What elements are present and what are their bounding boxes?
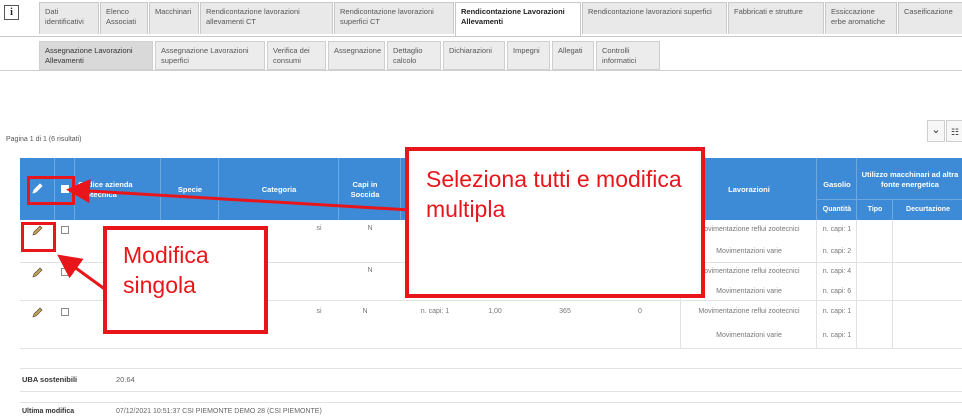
callout-single-edit: Modifica singola	[103, 226, 268, 334]
tab-rendicontazione-allevamenti[interactable]: Rendicontazione Lavorazioni Allevamenti	[455, 2, 581, 36]
callout-select-all: Seleziona tutti e modifica multipla	[405, 147, 705, 298]
